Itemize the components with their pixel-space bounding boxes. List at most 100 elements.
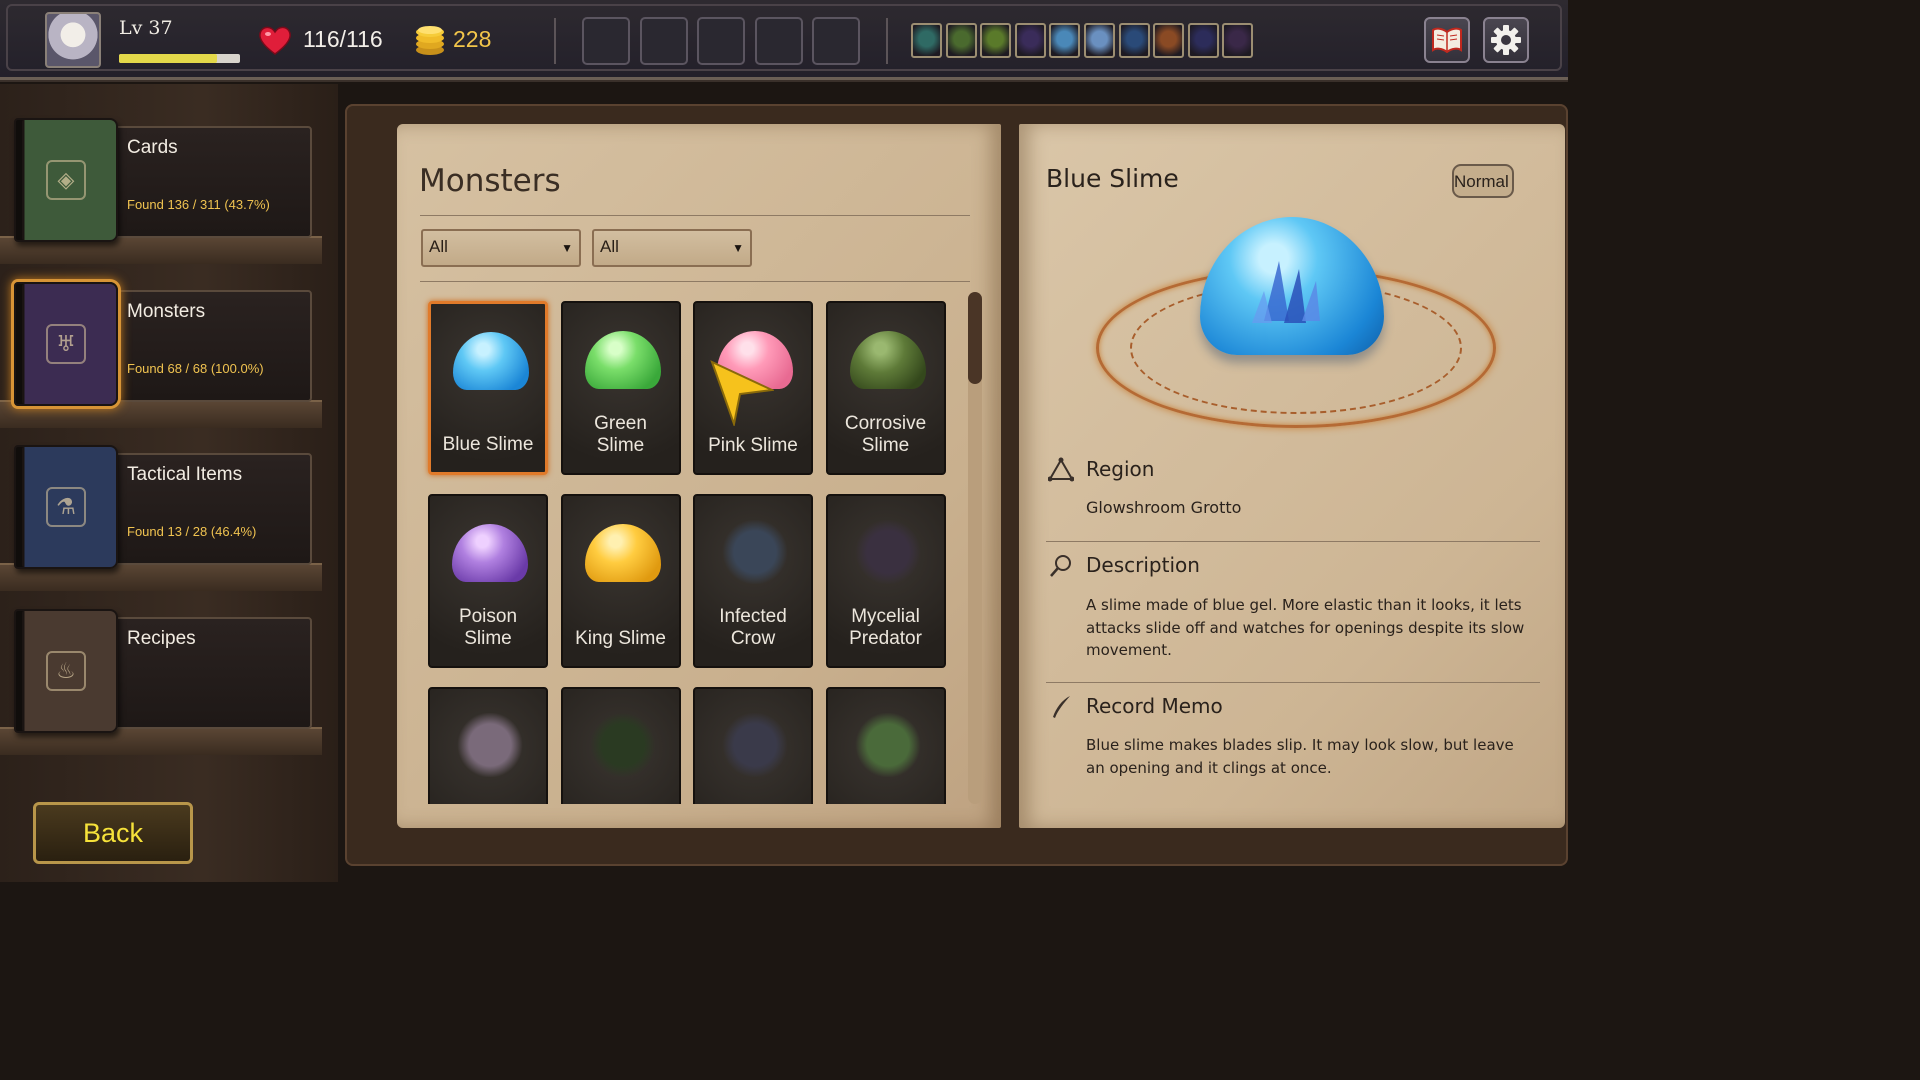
category-book-recipes[interactable]: ♨ [14,609,118,733]
title-divider [420,215,970,216]
hp-value: 116/116 [303,26,383,52]
magnifier-icon [1050,555,1071,577]
cursor-arrow-icon [710,360,774,426]
monster-card-name: Poison Slime [458,606,518,649]
deck-card-thumbnail[interactable] [980,23,1012,58]
monster-card[interactable]: Infected Crow [693,494,813,668]
category-found-count: Found 68 / 68 (100.0%) [127,361,264,376]
xp-bar-fill [119,54,217,63]
filter-dropdown-2[interactable]: All ▼ [592,229,752,267]
crystal-icon [1252,261,1320,323]
book-emblem-icon: ♨ [46,651,86,691]
gold-value: 228 [453,26,492,52]
deck-card-thumbnail[interactable] [945,23,977,58]
open-book-icon [1432,27,1462,53]
heart-icon [259,26,291,55]
deck-card-thumbnail[interactable] [911,23,942,58]
deck-card-thumbnail[interactable] [1153,23,1185,58]
top-divider [554,18,556,64]
monster-portrait [853,713,922,777]
deck-card-thumbnail[interactable] [1084,23,1115,58]
monster-grid: Blue Slime Green Slime Pink Slime Corrosive… [420,292,960,804]
monster-card[interactable]: Mycelial Predator [825,494,946,668]
equip-slot[interactable] [582,17,630,65]
category-found-count: Found 136 / 311 (43.7%) [127,197,270,212]
region-value: Glowshroom Grotto [1086,498,1242,517]
monster-portrait [853,520,922,584]
category-book-cards[interactable]: ◈ [14,118,118,242]
monster-portrait [721,713,789,777]
category-book-tactical-items[interactable]: ⚗ [14,445,118,569]
monster-card[interactable] [693,687,813,804]
slime-portrait [452,524,528,582]
deck-card-thumbnail[interactable] [1222,23,1254,58]
equip-slot[interactable] [754,17,803,65]
category-title: Tactical Items [127,464,243,485]
monster-card[interactable] [825,687,946,804]
monster-portrait [721,520,789,584]
book-emblem-icon: ⚗ [46,487,86,527]
deck-card-thumbnail[interactable] [1014,23,1046,58]
page-title: Monsters [419,163,561,199]
equip-slot[interactable] [639,17,688,65]
monster-card[interactable]: Green Slime [560,301,681,475]
monster-portrait [588,713,657,777]
equip-slot[interactable] [812,17,860,65]
section-divider [1046,682,1540,683]
monster-card-name: Corrosive Slime [844,413,927,456]
monster-portrait [456,713,524,777]
encyclopedia-button[interactable] [1424,17,1470,63]
monster-card-name: Mycelial Predator [849,606,922,649]
monster-card-name: King Slime [575,628,666,649]
xp-bar [119,54,240,63]
category-title: Recipes [127,628,196,649]
scrollbar-thumb[interactable] [968,292,982,384]
monster-card[interactable]: Corrosive Slime [825,301,946,475]
description-text: A slime made of blue gel. More elastic t… [1086,596,1525,659]
monster-card-name: Infected Crow [719,606,787,649]
monster-card-name: Green Slime [594,413,647,456]
category-book-monsters[interactable]: ♅ [14,282,118,406]
filter-dropdown-2-value: All [600,237,619,256]
book-emblem-icon: ♅ [46,324,86,364]
book-emblem-icon: ◈ [46,160,86,200]
deck-card-thumbnail[interactable] [1049,23,1081,58]
category-found-count: Found 13 / 28 (46.4%) [127,524,257,539]
slime-portrait [584,524,661,582]
slime-portrait [453,332,529,390]
deck-card-thumbnail[interactable] [1118,23,1150,58]
back-button[interactable]: Back [33,802,193,864]
record-memo-heading: Record Memo [1086,694,1223,718]
record-memo-text: Blue slime makes blades slip. It may loo… [1086,736,1514,777]
gear-icon [1491,25,1521,55]
monster-card[interactable]: King Slime [560,494,681,668]
description-heading: Description [1086,553,1200,577]
monster-card[interactable] [428,687,548,804]
deck-card-thumbnail[interactable] [1187,23,1219,58]
monster-name: Blue Slime [1046,164,1179,193]
monster-card[interactable]: Poison Slime [428,494,548,668]
player-avatar[interactable] [45,12,101,68]
quill-icon [1053,696,1070,718]
player-level: Lv 37 [119,17,173,39]
caret-down-icon: ▼ [561,241,573,255]
coin-stack-icon [416,26,444,55]
filter-dropdown-1-value: All [429,237,448,256]
category-title: Cards [127,137,178,158]
caret-down-icon: ▼ [732,241,744,255]
slime-portrait [849,331,926,389]
filter-divider [420,281,970,282]
monster-card-name: Blue Slime [442,434,534,455]
rank-badge: Normal [1452,164,1514,198]
section-divider [1046,541,1540,542]
top-divider [886,18,888,64]
settings-button[interactable] [1483,17,1529,63]
filter-dropdown-1[interactable]: All ▼ [421,229,581,267]
equip-slot[interactable] [697,17,745,65]
monster-card[interactable]: Blue Slime [428,301,548,475]
category-title: Monsters [127,301,206,322]
region-icon [1048,457,1074,482]
region-heading: Region [1086,457,1155,481]
monster-card[interactable] [560,687,681,804]
monster-list-scrollbar[interactable] [968,292,982,804]
